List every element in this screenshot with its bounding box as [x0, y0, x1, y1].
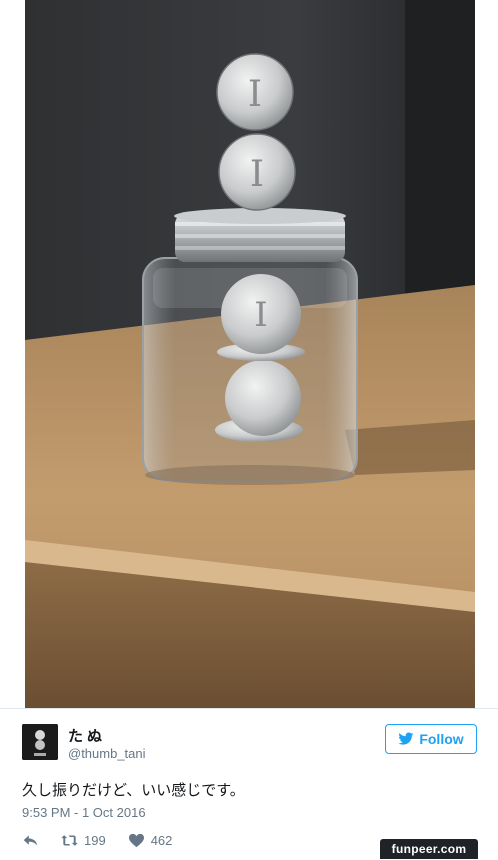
heart-icon — [128, 833, 144, 847]
tweet-actions: 199 462 — [22, 831, 194, 849]
svg-text:I: I — [250, 154, 264, 195]
retweet-button[interactable]: 199 — [61, 833, 106, 848]
reply-button[interactable] — [22, 833, 39, 848]
like-button[interactable]: 462 — [128, 832, 173, 848]
watermark: funpeer.com — [380, 839, 478, 859]
user-handle[interactable]: @thumb_tani — [68, 746, 146, 761]
tweet-footer: たぬ @thumb_tani Follow 久し振りだけど、いい感じです。 9:… — [0, 708, 498, 860]
follow-button[interactable]: Follow — [385, 724, 477, 754]
like-count: 462 — [150, 832, 173, 848]
tweet-card: I I I たぬ @thumb_tani Follow 久し振りだけど、いい感じ… — [0, 0, 498, 860]
display-name[interactable]: たぬ — [68, 725, 106, 746]
tweet-text: 久し振りだけど、いい感じです。 — [22, 781, 245, 799]
tweet-photo[interactable]: I I I — [25, 0, 475, 708]
reply-icon — [23, 834, 38, 846]
svg-text:I: I — [254, 295, 267, 335]
follow-label: Follow — [419, 731, 464, 747]
svg-text:I: I — [248, 74, 262, 115]
retweet-icon — [61, 834, 78, 846]
tweet-timestamp[interactable]: 9:53 PM - 1 Oct 2016 — [22, 805, 146, 820]
avatar[interactable] — [22, 724, 58, 760]
avatar-image — [22, 724, 58, 760]
twitter-bird-icon — [398, 732, 414, 745]
photo-coins-jar: I I I — [25, 0, 475, 708]
retweet-count: 199 — [84, 832, 106, 848]
